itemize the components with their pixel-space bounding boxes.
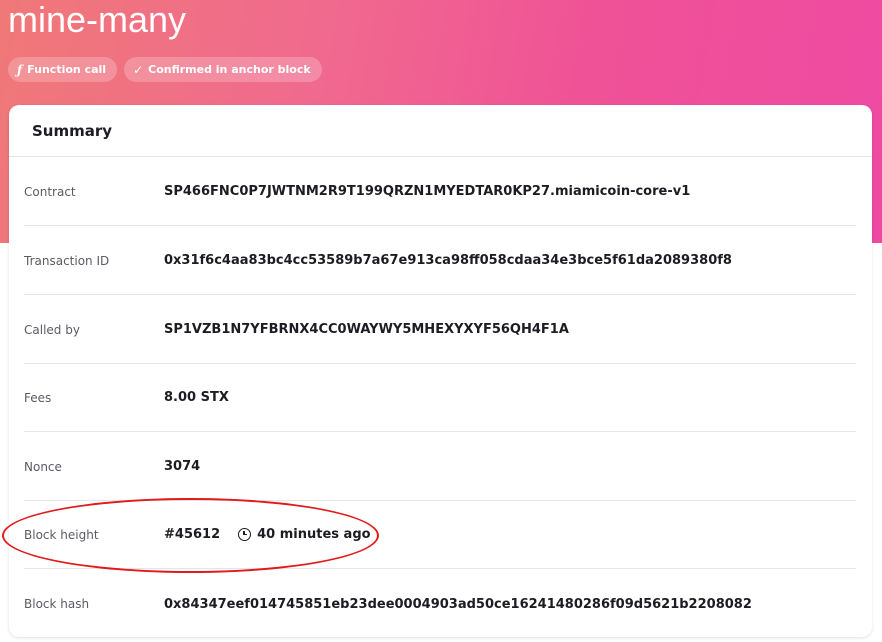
function-icon: ƒ bbox=[17, 62, 23, 77]
confirmed-label: Confirmed in anchor block bbox=[148, 63, 311, 76]
transaction-id-value: 0x31f6c4aa83bc4cc53589b7a67e913ca98ff058… bbox=[164, 253, 732, 268]
nonce-value: 3074 bbox=[164, 459, 201, 474]
confirmed-tag: ✓ Confirmed in anchor block bbox=[124, 57, 322, 82]
row-label: Fees bbox=[24, 390, 52, 405]
contract-link[interactable]: SP466FNC0P7JWTNM2R9T199QRZN1MYEDTAR0KP27… bbox=[164, 184, 690, 199]
summary-card: Summary Contract SP466FNC0P7JWTNM2R9T199… bbox=[9, 105, 872, 637]
row-label: Called by bbox=[24, 322, 80, 337]
fees-value: 8.00 STX bbox=[164, 390, 229, 405]
summary-title: Summary bbox=[9, 105, 872, 157]
function-call-tag: ƒ Function call bbox=[8, 57, 118, 82]
nonce-row: Nonce 3074 bbox=[24, 433, 856, 501]
tx-tags: ƒ Function call ✓ Confirmed in anchor bl… bbox=[8, 57, 322, 82]
block-hash-row: Block hash 0x84347eef014745851eb23dee000… bbox=[24, 570, 856, 638]
block-height-value: #45612 40 minutes ago bbox=[164, 527, 371, 542]
fees-row: Fees 8.00 STX bbox=[24, 364, 856, 432]
block-time: 40 minutes ago bbox=[257, 527, 371, 542]
row-label: Transaction ID bbox=[24, 253, 110, 268]
row-label: Block height bbox=[24, 527, 99, 542]
page-title: mine-many bbox=[8, 0, 187, 40]
block-height-link[interactable]: #45612 bbox=[164, 527, 220, 542]
clock-icon bbox=[238, 528, 252, 541]
contract-row: Contract SP466FNC0P7JWTNM2R9T199QRZN1MYE… bbox=[24, 158, 856, 226]
row-label: Nonce bbox=[24, 459, 62, 474]
block-height-row: Block height #45612 40 minutes ago bbox=[24, 501, 856, 569]
block-hash-link[interactable]: 0x84347eef014745851eb23dee0004903ad50ce1… bbox=[164, 597, 752, 612]
caller-address-link[interactable]: SP1VZB1N7YFBRNX4CC0WAYWY5MHEXYXYF56QH4F1… bbox=[164, 322, 569, 337]
row-label: Contract bbox=[24, 184, 76, 199]
row-label: Block hash bbox=[24, 597, 90, 611]
transaction-id-row: Transaction ID 0x31f6c4aa83bc4cc53589b7a… bbox=[24, 227, 856, 295]
called-by-row: Called by SP1VZB1N7YFBRNX4CC0WAYWY5MHEXY… bbox=[24, 296, 856, 364]
function-call-label: Function call bbox=[27, 63, 107, 76]
checkmark-icon: ✓ bbox=[133, 62, 144, 77]
